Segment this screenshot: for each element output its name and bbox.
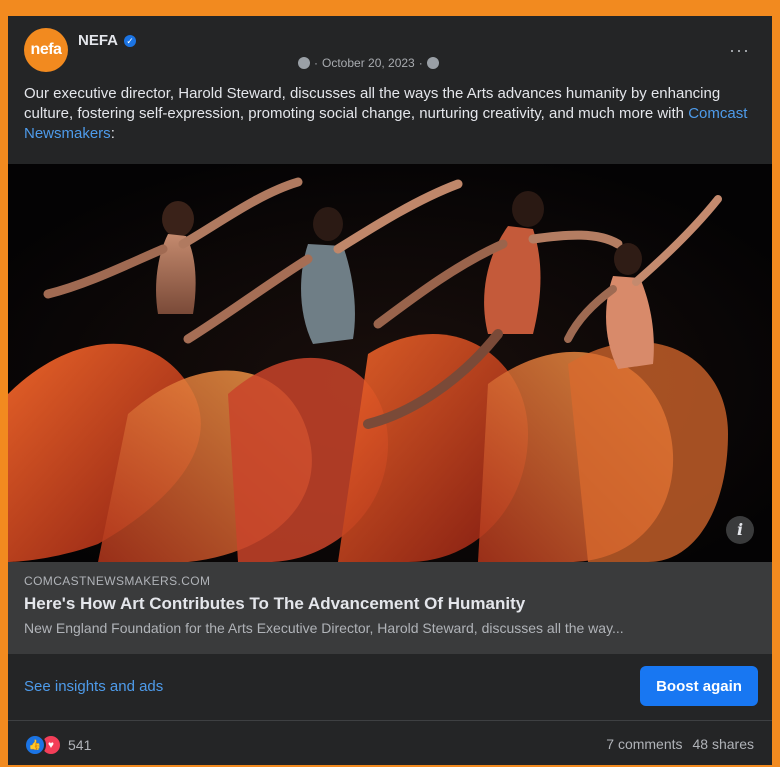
- post-header: nefa NEFA ✓ · October 20, 2023 · ···: [8, 16, 772, 80]
- info-icon[interactable]: i: [726, 516, 754, 544]
- post-text: Our executive director, Harold Steward, …: [24, 84, 754, 144]
- reaction-count[interactable]: 541: [68, 737, 91, 753]
- comments-count[interactable]: 7 comments: [606, 736, 682, 752]
- link-preview[interactable]: COMCASTNEWSMAKERS.COM Here's How Art Con…: [8, 562, 772, 654]
- see-insights-link[interactable]: See insights and ads: [24, 678, 163, 695]
- link-title[interactable]: Here's How Art Contributes To The Advanc…: [24, 594, 525, 614]
- dancers-illustration: [8, 164, 772, 562]
- post-text-main: Our executive director, Harold Steward, …: [24, 85, 721, 122]
- more-options-icon[interactable]: ···: [729, 40, 750, 61]
- reactions[interactable]: 👍 ♥ 541: [24, 734, 91, 756]
- post-meta: · October 20, 2023 ·: [298, 56, 439, 70]
- post-actions: See insights and ads Boost again: [8, 654, 772, 721]
- like-reaction-icon: 👍: [24, 734, 46, 756]
- link-description: New England Foundation for the Arts Exec…: [24, 620, 624, 636]
- post-text-end: :: [110, 125, 115, 142]
- page-name[interactable]: NEFA: [78, 32, 118, 49]
- name-row: NEFA ✓: [78, 32, 137, 49]
- post-date[interactable]: October 20, 2023: [322, 56, 415, 70]
- engagement-counts: 7 comments 48 shares: [606, 736, 754, 752]
- audience-icon[interactable]: [426, 57, 439, 69]
- link-domain: COMCASTNEWSMAKERS.COM: [24, 574, 211, 588]
- boost-again-button[interactable]: Boost again: [640, 666, 758, 706]
- post-stats: 👍 ♥ 541 7 comments 48 shares: [8, 722, 772, 764]
- verified-badge-icon: ✓: [124, 34, 137, 47]
- globe-icon: [298, 57, 310, 69]
- shares-count[interactable]: 48 shares: [693, 736, 754, 752]
- post-card: nefa NEFA ✓ · October 20, 2023 · ··· Our…: [8, 16, 772, 765]
- page-avatar[interactable]: nefa: [24, 28, 68, 72]
- post-image[interactable]: i: [8, 164, 772, 562]
